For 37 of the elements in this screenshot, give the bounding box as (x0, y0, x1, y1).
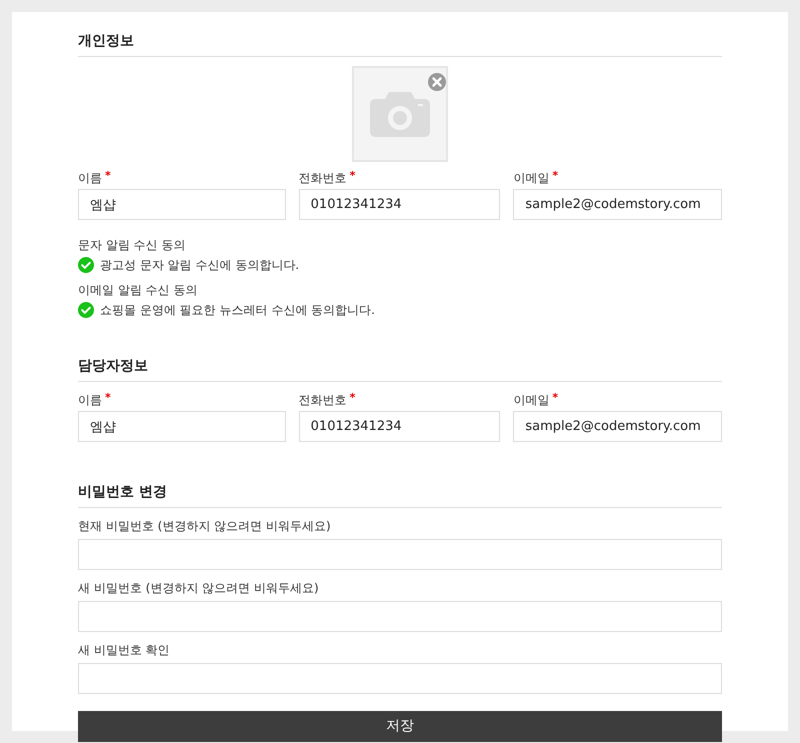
required-mark: * (350, 392, 356, 404)
field-label: 이메일 (513, 392, 550, 408)
consent-label: 문자 알림 수신 동의 (78, 237, 186, 253)
field-label: 새 비밀번호 (변경하지 않으려면 비워두세요) (78, 580, 320, 596)
required-mark: * (350, 170, 356, 182)
field-label: 이름 (78, 392, 102, 408)
field-label: 전화번호 (298, 392, 347, 408)
remove-icon[interactable] (428, 73, 446, 91)
password-field[interactable] (78, 539, 722, 570)
field-label: 이름 (78, 170, 102, 186)
text-field[interactable]: 엠샵 (78, 411, 286, 442)
field-label: 현재 비밀번호 (변경하지 않으려면 비워두세요) (78, 518, 332, 534)
consent-text: 광고성 문자 알림 수신에 동의합니다. (100, 257, 300, 273)
text-field[interactable]: sample2@codemstory.com (513, 189, 722, 220)
checkbox-icon[interactable] (78, 257, 94, 273)
required-mark: * (105, 392, 111, 404)
text-field[interactable]: 01012341234 (298, 189, 500, 220)
text-field[interactable]: 01012341234 (298, 411, 500, 442)
password-field[interactable] (78, 663, 722, 694)
field-label: 전화번호 (298, 170, 347, 186)
required-mark: * (552, 392, 558, 404)
camera-icon (369, 90, 431, 138)
section-title: 비밀번호 변경 (78, 483, 168, 502)
section-title: 개인정보 (78, 32, 135, 51)
photo-placeholder[interactable] (352, 66, 448, 162)
section-title: 담당자정보 (78, 357, 149, 376)
required-mark: * (552, 170, 558, 182)
password-field[interactable] (78, 601, 722, 632)
save-button[interactable]: 저장 (78, 711, 722, 742)
consent-text: 쇼핑몰 운영에 필요한 뉴스레터 수신에 동의합니다. (100, 302, 375, 318)
required-mark: * (105, 170, 111, 182)
text-field[interactable]: sample2@codemstory.com (513, 411, 722, 442)
text-field[interactable]: 엠샵 (78, 189, 286, 220)
consent-label: 이메일 알림 수신 동의 (78, 282, 198, 298)
checkbox-icon[interactable] (78, 302, 94, 318)
field-label: 이메일 (513, 170, 550, 186)
field-label: 새 비밀번호 확인 (78, 642, 171, 658)
